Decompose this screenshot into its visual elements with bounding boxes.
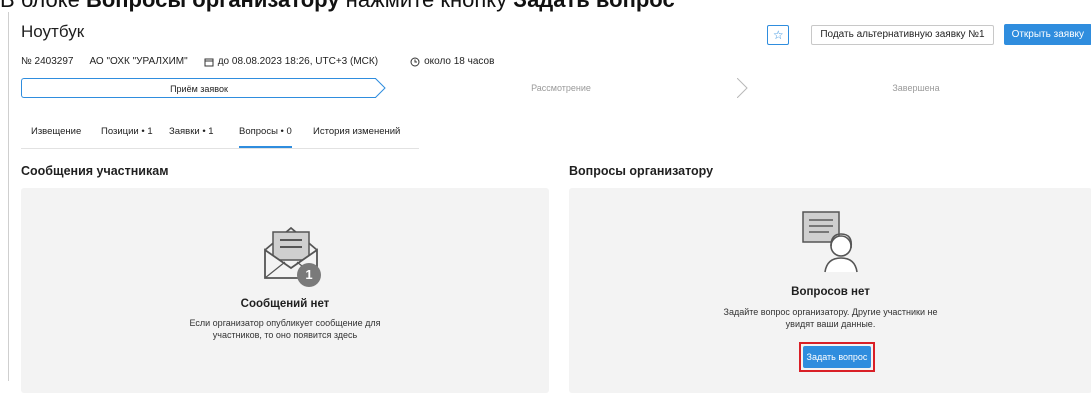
questions-empty-text-1: Задайте вопрос организатору. Другие учас… [723,307,938,317]
messages-panel: 1 Сообщений нет Если организатор опублик… [21,188,549,393]
step-review: Рассмотрение [531,83,591,93]
tab-notice[interactable]: Извещение [31,126,81,137]
instruction-banner: В блоке Вопросы организатору нажмите кно… [0,0,675,12]
banner-text-mid: нажмите кнопку [340,0,514,12]
messages-empty-title: Сообщений нет [240,298,330,310]
time-remaining: около 18 часов [410,56,510,67]
procedure-number: № 2403297 [21,56,74,67]
star-icon: ☆ [772,27,784,42]
ask-button-highlight: Задать вопрос [799,342,875,372]
step-finished: Завершена [892,83,940,93]
alternative-bid-button[interactable]: Подать альтернативную заявку №1 [811,24,994,45]
tab-positions[interactable]: Позиции • 1 [101,126,153,137]
calendar-icon [204,58,214,66]
deadline: до 08.08.2023 18:26, UTC+3 (МСК) [204,56,394,67]
deadline-text: до 08.08.2023 18:26, UTC+3 (МСК) [217,56,379,67]
status-stepper: Приём заявок Рассмотрение Завершена [21,78,1091,98]
message-count-badge: 1 [297,263,321,287]
step-current: Приём заявок [21,78,376,98]
messages-heading: Сообщения участникам [21,164,169,178]
tab-history[interactable]: История изменений [313,126,400,137]
messages-empty-text-2: участников, то оно появится здесь [212,330,358,340]
tab-bids[interactable]: Заявки • 1 [169,126,214,137]
questions-heading: Вопросы организатору [569,164,714,178]
clock-icon [410,57,420,66]
favorite-button[interactable]: ☆ [767,24,790,45]
question-person-icon [802,211,858,273]
organizer-name[interactable]: АО "ОХК "УРАЛХИМ" [89,56,187,67]
time-remaining-text: около 18 часов [424,56,495,67]
page-title: Ноутбук [21,22,85,41]
banner-bold-button: Задать вопрос [513,0,674,12]
tab-bar: Извещение Позиции • 1 Заявки • 1 Вопросы… [21,116,419,149]
banner-bold-block: Вопросы организатору [86,0,340,12]
messages-empty-text-1: Если организатор опубликует сообщение дл… [189,318,381,328]
open-bid-button[interactable]: Открыть заявку [1003,24,1091,45]
procedure-page: Ноутбук ☆ Подать альтернативную заявку №… [8,12,1091,393]
banner-text: В блоке [0,0,86,12]
tab-questions[interactable]: Вопросы • 0 [239,126,292,148]
procedure-meta: № 2403297 АО "ОХК "УРАЛХИМ" до 08.08.202… [21,56,526,67]
questions-panel: Вопросов нет Задайте вопрос организатору… [569,188,1091,393]
header-actions: ☆ Подать альтернативную заявку №1 Открыт… [767,24,1091,45]
questions-empty-title: Вопросов нет [791,286,870,298]
ask-question-button[interactable]: Задать вопрос [803,346,871,368]
questions-empty-text-2: увидят ваши данные. [785,319,876,329]
